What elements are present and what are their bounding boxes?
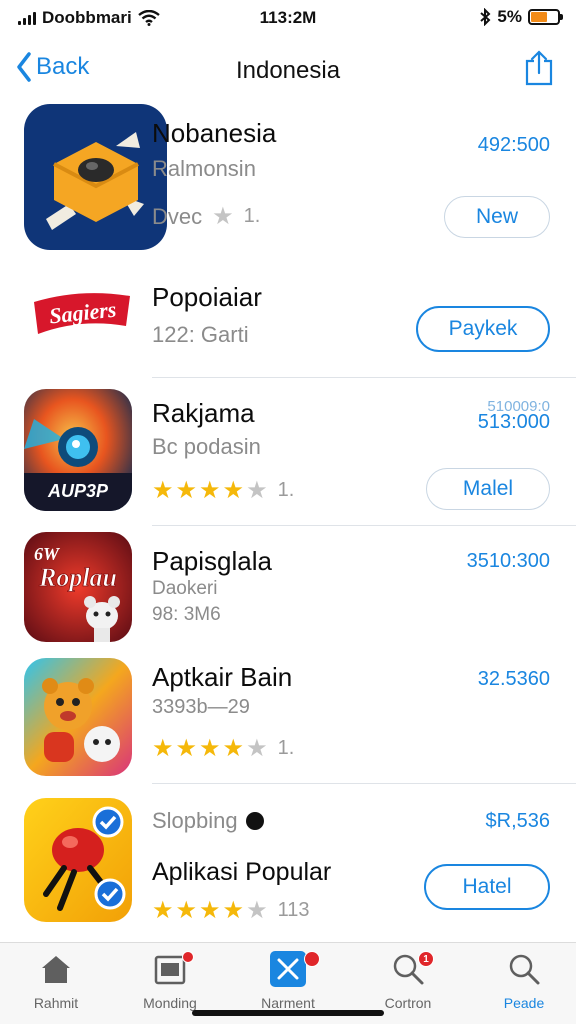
badge-dot-icon [245,812,264,830]
app-price: 513:000 [477,411,550,433]
share-icon [525,50,553,86]
star-icon: ★ [199,477,221,504]
app-subtitle-secondary: 98: 3M6 [152,604,221,625]
home-indicator [192,1010,384,1016]
rating-count: 1. [277,479,295,501]
app-meta: Dvec [152,203,203,229]
app-subtitle: 3393b—29 [152,696,250,718]
star-icon: ★ [152,735,174,762]
tab-cortron[interactable]: 1 Cortron [358,951,458,1011]
tab-narment[interactable]: Narment [238,951,338,1011]
battery-icon [528,9,563,25]
app-row[interactable]: Sagiers Popoiaiar 122: Garti Paykek [0,262,576,378]
app-icon [24,658,132,776]
star-icon: ★ [199,735,221,762]
share-button[interactable] [524,50,554,91]
app-price: 3510:300 [466,550,550,572]
app-row[interactable]: Aptkair Bain 3393b—29 ★ ★ ★ ★ ★ 1. 32.53… [0,654,576,784]
row-divider [152,377,576,378]
battery-percent: 5% [497,7,522,26]
star-icon: ★ [222,735,245,762]
icon-text-main: Roplau [38,563,117,592]
icon-text: AUP3P [47,481,109,501]
app-rating: Dvec ★ 1. [152,202,260,231]
row-divider [152,783,576,784]
tab-label: Cortron [384,995,432,1011]
star-icon: ★ [222,477,245,504]
tab-home[interactable]: Rahmit [6,951,106,1011]
app-icon: AUP3P [24,389,132,511]
get-button[interactable]: Hatel [424,864,550,910]
tab-label: Rahmit [33,995,79,1011]
app-title: Aptkair Bain [152,662,293,692]
app-row[interactable]: 6W Roplau Papisglala Daokeri 98: 3M6 351… [0,528,576,650]
star-icon: ★ [212,203,234,230]
rating-count: 1. [277,737,295,759]
app-title: Papisglala [152,546,272,576]
status-bar: Doobbmari 113:2M 5% [0,0,576,36]
tab-monding[interactable]: Monding [120,951,220,1011]
app-rating: ★ ★ ★ ★ ★ 113 [152,896,309,925]
star-icon: ★ [246,735,268,762]
navigation-bar: Back Indonesia [0,40,576,100]
app-title: Nobanesia [152,118,277,148]
app-subtitle: Slopbing [152,808,264,834]
star-icon: ★ [199,897,221,924]
app-logo: Sagiers [30,282,136,342]
star-icon: ★ [175,735,198,762]
app-subtitle: Daokeri [152,578,218,599]
app-subtitle: Ralmonsin [152,156,256,181]
star-icon: ★ [175,477,198,504]
status-right: 5% [479,7,563,27]
page-title: Indonesia [235,57,341,84]
get-button[interactable]: Paykek [416,306,550,352]
icon-text-top: 6W [34,544,61,564]
app-icon [24,798,132,922]
tab-label: Monding [143,995,197,1011]
star-icon: ★ [246,477,268,504]
notification-badge [182,951,194,963]
app-category: Slopbing [152,808,238,833]
app-subtitle: Bc podasin [152,434,261,459]
tab-peade[interactable]: Peade [474,951,574,1011]
star-icon: ★ [246,897,268,924]
app-price: 492:500 [477,134,550,156]
row-divider [152,525,576,526]
home-icon [42,956,70,983]
tab-label: Narment [261,995,315,1011]
get-button[interactable]: Malel [426,468,550,510]
star-icon: ★ [222,897,245,924]
rating-count: 1. [243,205,261,227]
bluetooth-icon [480,8,491,26]
app-title: Aplikasi Popular [152,858,332,886]
app-rating: ★ ★ ★ ★ ★ 1. [152,476,294,505]
app-title: Rakjama [152,398,255,428]
search-icon [509,954,540,985]
notification-badge: 1 [418,951,434,967]
star-icon: ★ [152,897,174,924]
get-button[interactable]: New [444,196,550,238]
app-rating: ★ ★ ★ ★ ★ 1. [152,734,294,763]
app-row[interactable]: Nobanesia Ralmonsin Dvec ★ 1. 492:500 Ne… [0,104,576,254]
star-icon: ★ [152,477,174,504]
tab-label: Peade [503,995,545,1011]
app-title: Popoiaiar [152,282,262,312]
rating-count: 113 [277,899,310,921]
app-subtitle: 122: Garti [152,322,249,347]
x-icon [270,951,306,987]
app-row[interactable]: Slopbing Aplikasi Popular ★ ★ ★ ★ ★ 113 … [0,790,576,938]
app-price: $R,536 [485,810,551,832]
app-row[interactable]: AUP3P Rakjama Bc podasin ★ ★ ★ ★ ★ 1. 51… [0,384,576,526]
app-icon: 6W Roplau [24,532,132,642]
app-price: 32.5360 [477,668,550,690]
star-icon: ★ [175,897,198,924]
app-icon [24,104,167,250]
notification-badge [304,951,320,967]
